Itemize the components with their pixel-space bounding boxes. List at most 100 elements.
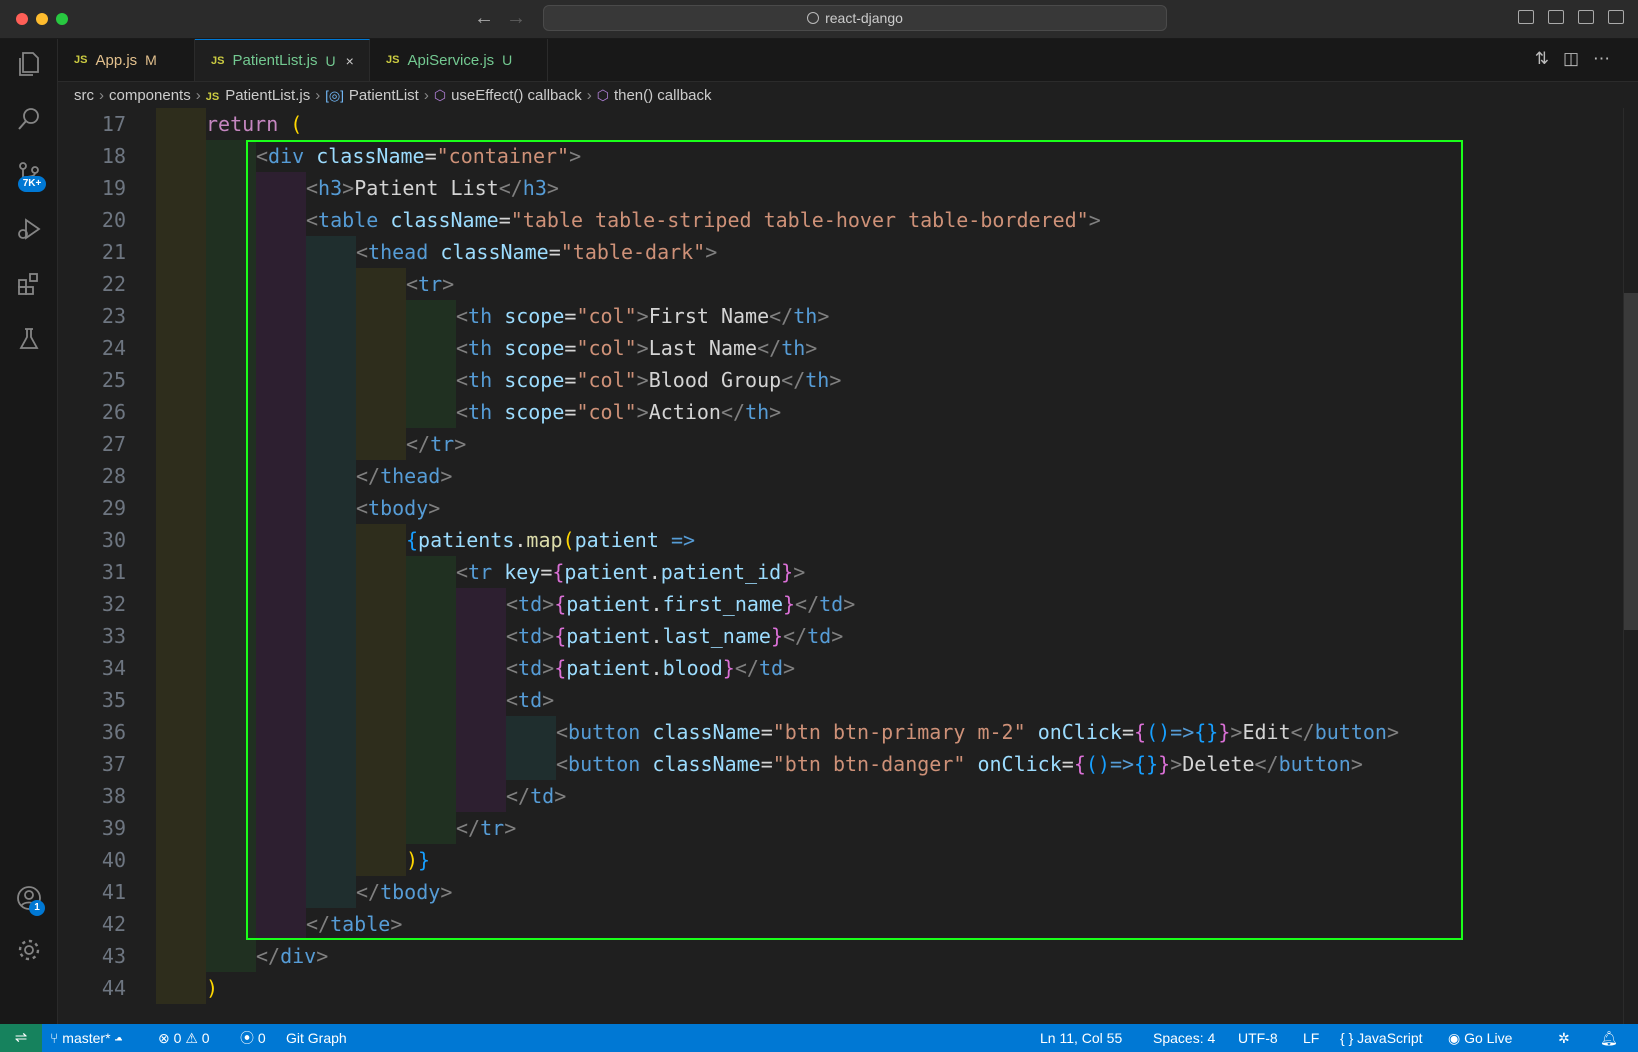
close-window-button[interactable] (16, 13, 28, 25)
indent-guide (406, 556, 456, 588)
line-number: 24 (101, 336, 126, 360)
language-mode[interactable]: { } JavaScript (1340, 1024, 1423, 1052)
code-line: </td> (506, 780, 566, 812)
editor-tabs: JS App.js M JS PatientList.js U × JS Api… (58, 39, 1638, 82)
explorer-button[interactable] (0, 41, 57, 87)
breadcrumb-symbol-useeffect[interactable]: useEffect() callback (451, 87, 582, 104)
code-token: = (564, 304, 577, 328)
code-token: < (506, 592, 519, 616)
search-view-button[interactable] (0, 96, 57, 142)
indent-guide (206, 300, 256, 332)
close-icon[interactable]: × (346, 53, 354, 69)
line-number: 26 (101, 400, 126, 424)
code-token: > (546, 176, 559, 200)
chevron-right-icon: › (586, 87, 592, 104)
code-line: <div className="container"> (256, 140, 581, 172)
code-token: h3 (318, 176, 343, 200)
code-token: > (805, 336, 818, 360)
indent-guide (256, 524, 306, 556)
accounts-button[interactable] (0, 875, 57, 921)
breadcrumb-folder-src[interactable]: src (74, 87, 94, 104)
code-token: "table table-striped table-hover table-b… (510, 208, 1089, 232)
code-line: <table className="table table-striped ta… (306, 204, 1101, 236)
problems-status[interactable]: ⊗ 0 ⚠ 0 (158, 1024, 210, 1052)
branch-status[interactable]: ⑂ master* ☁ (50, 1024, 123, 1052)
indent-guide (156, 812, 206, 844)
run-debug-button[interactable] (0, 206, 57, 252)
breadcrumb-folder-components[interactable]: components (109, 87, 191, 104)
tab-patientlist-js[interactable]: JS PatientList.js U × (195, 39, 370, 81)
breadcrumb-symbol-then[interactable]: then() callback (614, 87, 712, 104)
code-token: className (390, 208, 499, 232)
code-line: <tr key={patient.patient_id}> (456, 556, 805, 588)
encoding-status[interactable]: UTF-8 (1238, 1024, 1278, 1052)
code-token: Edit (1242, 720, 1291, 744)
indent-guide (206, 588, 256, 620)
minimize-window-button[interactable] (36, 13, 48, 25)
scrollbar-thumb[interactable] (1624, 293, 1638, 630)
open-changes-icon[interactable]: ⇅ (1535, 49, 1563, 68)
indent-guide (356, 524, 406, 556)
code-token: Patient List (354, 176, 499, 200)
eol-status[interactable]: LF (1303, 1024, 1319, 1052)
more-actions-icon[interactable]: ⋯ (1593, 49, 1624, 68)
code-token: </ (256, 944, 281, 968)
cursor-position[interactable]: Ln 11, Col 55 (1040, 1024, 1122, 1052)
code-token: th (468, 336, 493, 360)
code-token: > (1170, 752, 1183, 776)
indentation-status[interactable]: Spaces: 4 (1153, 1024, 1215, 1052)
line-number: 37 (101, 752, 126, 776)
remote-indicator-icon[interactable]: ⇌ (0, 1024, 42, 1052)
code-token: . (650, 592, 663, 616)
indent-guide (306, 812, 356, 844)
arrow-right-icon[interactable]: → (506, 7, 526, 30)
go-live-button[interactable]: ◉ Go Live (1448, 1024, 1512, 1052)
code-token: > (783, 656, 796, 680)
code-token: = (1061, 752, 1074, 776)
maximize-window-button[interactable] (56, 13, 68, 25)
line-number: 31 (101, 560, 126, 584)
code-token: </ (781, 368, 806, 392)
tab-label: ApiService.js (407, 51, 495, 69)
arrow-left-icon[interactable]: ← (474, 7, 494, 30)
customize-layout-icon[interactable] (1608, 10, 1624, 24)
code-token: div (268, 144, 305, 168)
toggle-panel-icon[interactable] (1548, 10, 1564, 24)
code-token: = (498, 208, 511, 232)
ports-status[interactable]: ⦿ 0 (240, 1024, 266, 1052)
extensions-button[interactable] (0, 261, 57, 307)
indent-guide (306, 876, 356, 908)
bell-icon[interactable]: 🔔︎ (1600, 1024, 1618, 1052)
git-graph-button[interactable]: Git Graph (286, 1024, 347, 1052)
line-number: 19 (101, 176, 126, 200)
code-line: <td> (506, 684, 554, 716)
vertical-scrollbar[interactable] (1623, 108, 1638, 1024)
code-editor[interactable]: 17 18 19 20 21 22 23 24 25 26 27 28 29 30 31 32 33 34 35 36… (58, 108, 1638, 1024)
chevron-right-icon: › (195, 87, 201, 104)
toggle-sidebar-icon[interactable] (1518, 10, 1534, 24)
go-live-label: Go Live (1464, 1030, 1513, 1046)
tab-git-status: U (502, 52, 513, 68)
copilot-icon[interactable]: ✲ (1558, 1024, 1570, 1052)
breadcrumb-file[interactable]: PatientList.js (225, 87, 310, 104)
toggle-secondary-sidebar-icon[interactable] (1578, 10, 1594, 24)
indent-guide (256, 300, 306, 332)
chevron-right-icon: › (423, 87, 429, 104)
tab-apiservice-js[interactable]: JS ApiService.js U (370, 39, 548, 81)
braces-icon: { } (1340, 1030, 1354, 1046)
testing-button[interactable] (0, 316, 57, 362)
command-center[interactable]: react-django (543, 5, 1167, 31)
code-token: > (504, 816, 517, 840)
code-token: className (652, 720, 761, 744)
manage-button[interactable] (0, 927, 57, 973)
code-token: </ (720, 400, 746, 424)
split-editor-icon[interactable]: ◫ (1563, 49, 1593, 68)
indent-guide (156, 268, 206, 300)
code-token: > (542, 688, 555, 712)
tab-app-js[interactable]: JS App.js M (58, 39, 195, 81)
breadcrumb-symbol-patientlist[interactable]: PatientList (349, 87, 419, 104)
code-token: { (1134, 720, 1147, 744)
indent-guide (306, 748, 356, 780)
